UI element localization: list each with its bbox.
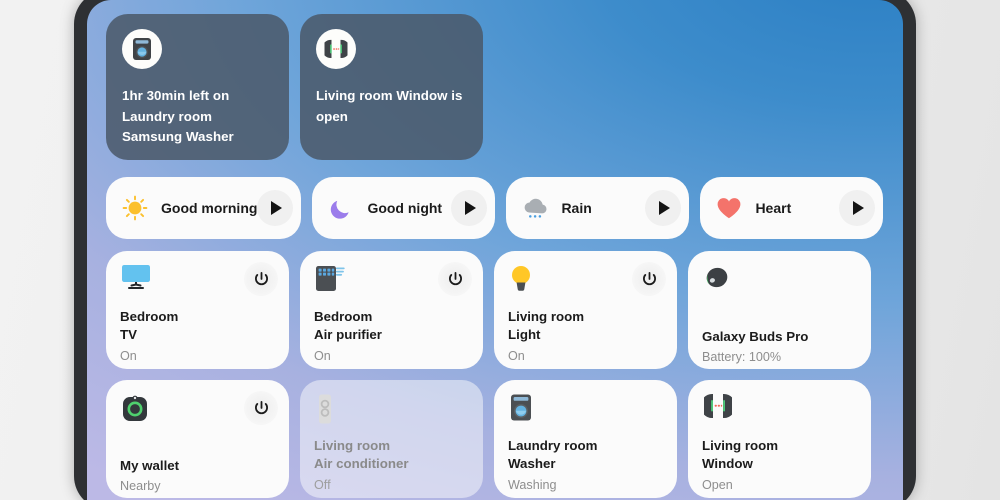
phone-screen: 1hr 30min left on Laundry room Samsung W…	[87, 0, 903, 500]
play-scene-button[interactable]	[645, 190, 682, 226]
scene-card-good-night[interactable]: Good night	[312, 177, 496, 239]
power-toggle-button[interactable]	[438, 262, 472, 296]
device-status: Open	[702, 477, 733, 492]
device-text: Bedroom TV On	[120, 308, 275, 366]
device-room: Living room	[702, 438, 779, 453]
device-room: Bedroom	[120, 309, 179, 324]
heart-icon	[715, 194, 743, 222]
device-card-bedroom-tv[interactable]: Bedroom TV On	[106, 251, 289, 369]
power-icon	[642, 271, 656, 285]
scene-label: Good night	[367, 200, 443, 216]
rain-cloud-icon	[521, 194, 549, 222]
device-name: Washer	[508, 456, 556, 472]
device-room: Living room	[314, 438, 391, 453]
play-scene-button[interactable]	[839, 190, 876, 226]
device-name: TV	[120, 327, 137, 343]
device-name: Air purifier	[314, 327, 382, 343]
notification-card-washer[interactable]: 1hr 30min left on Laundry room Samsung W…	[106, 14, 289, 160]
window-open-icon	[316, 29, 356, 69]
screenshot-root: 1hr 30min left on Laundry room Samsung W…	[0, 0, 1000, 500]
device-text: Living room Light On	[508, 308, 663, 366]
scene-label: Good morning	[161, 200, 258, 216]
play-icon	[465, 201, 477, 215]
play-icon	[271, 201, 283, 215]
device-status: Nearby	[120, 479, 161, 494]
window-open-icon	[702, 393, 736, 427]
device-text: Living room Window Open	[702, 437, 857, 495]
scene-label: Heart	[755, 200, 792, 216]
scene-card-heart[interactable]: Heart	[700, 177, 884, 239]
device-row-1: Bedroom TV On Bedroom Air purifier On Li…	[87, 239, 903, 369]
moon-icon	[327, 194, 355, 222]
device-card-laundry-room-washer[interactable]: Laundry room Washer Washing	[494, 380, 677, 498]
device-text: Laundry room Washer Washing	[508, 437, 663, 495]
device-status: On	[120, 348, 137, 363]
device-status: On	[314, 348, 331, 363]
washer-icon	[508, 393, 542, 427]
play-icon	[853, 201, 865, 215]
power-toggle-button[interactable]	[244, 262, 278, 296]
device-card-living-room-window[interactable]: Living room Window Open	[688, 380, 871, 498]
device-card-my-wallet[interactable]: My wallet Nearby	[106, 380, 289, 498]
device-room: Living room	[508, 309, 585, 324]
air-conditioner-icon	[314, 393, 348, 427]
power-icon	[254, 400, 268, 414]
power-icon	[448, 271, 462, 285]
device-room: Laundry room	[508, 438, 598, 453]
washer-icon	[122, 29, 162, 69]
light-bulb-icon	[508, 264, 542, 298]
power-toggle-button[interactable]	[632, 262, 666, 296]
power-icon	[254, 271, 268, 285]
device-status: Battery: 100%	[702, 350, 782, 365]
device-card-bedroom-air-purifier[interactable]: Bedroom Air purifier On	[300, 251, 483, 369]
device-name: Light	[508, 327, 541, 343]
device-card-galaxy-buds-pro[interactable]: Galaxy Buds Pro Battery: 100%	[688, 251, 871, 369]
device-text: Living room Air conditioner Off	[314, 437, 469, 495]
tv-icon	[120, 264, 154, 298]
phone-frame: 1hr 30min left on Laundry room Samsung W…	[74, 0, 916, 500]
play-scene-button[interactable]	[257, 190, 294, 226]
device-status: On	[508, 348, 525, 363]
notification-card-window[interactable]: Living room Window is open	[300, 14, 483, 160]
scene-label: Rain	[561, 200, 592, 216]
device-name: Window	[702, 456, 753, 472]
device-text: Bedroom Air purifier On	[314, 308, 469, 366]
galaxy-buds-icon	[702, 264, 736, 298]
device-card-living-room-air-conditioner[interactable]: Living room Air conditioner Off	[300, 380, 483, 498]
power-toggle-button[interactable]	[244, 391, 278, 425]
play-scene-button[interactable]	[451, 190, 488, 226]
smart-tag-icon	[120, 393, 154, 427]
device-name: Galaxy Buds Pro	[702, 329, 809, 344]
device-status: Washing	[508, 477, 557, 492]
device-name: Air conditioner	[314, 456, 409, 472]
sun-icon	[121, 194, 149, 222]
play-icon	[659, 201, 671, 215]
notification-row: 1hr 30min left on Laundry room Samsung W…	[87, 0, 903, 160]
device-name: My wallet	[120, 458, 180, 473]
scene-row: Good morning Good night Rain Heart	[87, 160, 903, 239]
device-row-2: My wallet Nearby Living room Air conditi…	[87, 369, 903, 498]
device-text: My wallet Nearby	[120, 457, 275, 496]
notification-text: 1hr 30min left on Laundry room Samsung W…	[122, 88, 234, 145]
scene-card-rain[interactable]: Rain	[506, 177, 690, 239]
device-status: Off	[314, 477, 331, 492]
device-room: Bedroom	[314, 309, 373, 324]
device-text: Galaxy Buds Pro Battery: 100%	[702, 328, 857, 367]
air-purifier-icon	[314, 264, 348, 298]
scene-card-good-morning[interactable]: Good morning	[106, 177, 302, 239]
notification-text: Living room Window is open	[316, 88, 463, 124]
device-card-living-room-light[interactable]: Living room Light On	[494, 251, 677, 369]
